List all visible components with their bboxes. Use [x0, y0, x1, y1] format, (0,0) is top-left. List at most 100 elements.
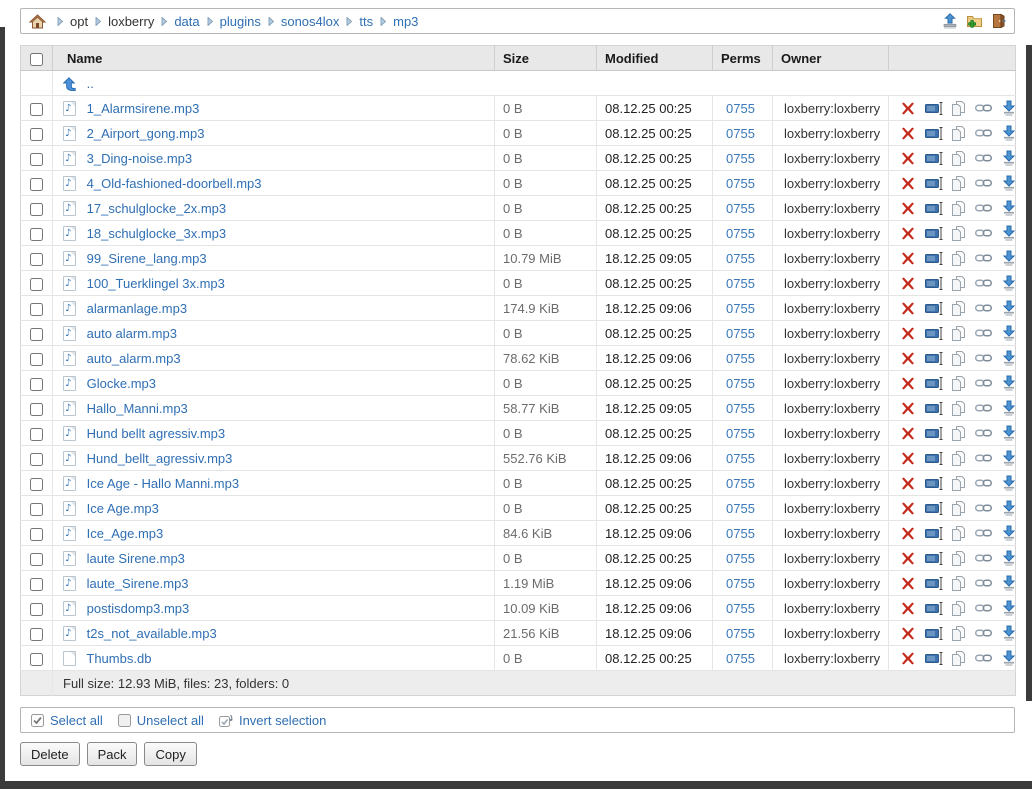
download-icon[interactable]	[1002, 225, 1016, 241]
breadcrumb-item[interactable]: sonos4lox	[281, 14, 340, 29]
link-icon[interactable]	[974, 378, 992, 388]
file-link[interactable]: t2s_not_available.mp3	[87, 626, 217, 641]
breadcrumb-item[interactable]: plugins	[220, 14, 261, 29]
delete-icon[interactable]	[901, 252, 915, 265]
download-icon[interactable]	[1002, 475, 1016, 491]
rename-icon[interactable]	[924, 551, 943, 565]
delete-icon[interactable]	[901, 152, 915, 165]
invert-selection-link[interactable]: Invert selection	[218, 713, 326, 728]
file-link[interactable]: 1_Alarmsirene.mp3	[87, 101, 200, 116]
file-link[interactable]: 17_schulglocke_2x.mp3	[87, 201, 226, 216]
row-checkbox[interactable]	[30, 302, 43, 316]
row-checkbox[interactable]	[30, 127, 43, 141]
rename-icon[interactable]	[924, 626, 943, 640]
download-icon[interactable]	[1002, 625, 1016, 641]
perms-link[interactable]: 0755	[726, 301, 755, 316]
file-link[interactable]: 4_Old-fashioned-doorbell.mp3	[87, 176, 262, 191]
delete-icon[interactable]	[901, 577, 915, 590]
rename-icon[interactable]	[924, 576, 943, 590]
link-icon[interactable]	[974, 128, 992, 138]
link-icon[interactable]	[974, 653, 992, 663]
download-icon[interactable]	[1002, 275, 1016, 291]
row-checkbox[interactable]	[30, 352, 43, 366]
copy-icon[interactable]	[952, 625, 966, 641]
perms-link[interactable]: 0755	[726, 451, 755, 466]
delete-icon[interactable]	[901, 477, 915, 490]
row-checkbox[interactable]	[30, 277, 43, 291]
copy-icon[interactable]	[952, 175, 966, 191]
file-link[interactable]: Ice Age.mp3	[87, 501, 159, 516]
rename-icon[interactable]	[924, 151, 943, 165]
copy-icon[interactable]	[952, 225, 966, 241]
file-link[interactable]: Ice Age - Hallo Manni.mp3	[87, 476, 239, 491]
copy-icon[interactable]	[952, 550, 966, 566]
rename-icon[interactable]	[924, 501, 943, 515]
rename-icon[interactable]	[924, 301, 943, 315]
download-icon[interactable]	[1002, 175, 1016, 191]
link-icon[interactable]	[974, 253, 992, 263]
rename-icon[interactable]	[924, 326, 943, 340]
row-checkbox[interactable]	[30, 552, 43, 566]
download-icon[interactable]	[1002, 150, 1016, 166]
row-checkbox[interactable]	[30, 602, 43, 616]
row-checkbox[interactable]	[30, 577, 43, 591]
download-icon[interactable]	[1002, 500, 1016, 516]
delete-icon[interactable]	[901, 627, 915, 640]
link-icon[interactable]	[974, 178, 992, 188]
link-icon[interactable]	[974, 328, 992, 338]
copy-icon[interactable]	[952, 600, 966, 616]
download-icon[interactable]	[1002, 650, 1016, 666]
row-checkbox[interactable]	[30, 402, 43, 416]
copy-icon[interactable]	[952, 375, 966, 391]
breadcrumb-item[interactable]: tts	[359, 14, 373, 29]
delete-icon[interactable]	[901, 602, 915, 615]
perms-link[interactable]: 0755	[726, 276, 755, 291]
unselect-all-link[interactable]: Unselect all	[117, 713, 204, 728]
row-checkbox[interactable]	[30, 427, 43, 441]
link-icon[interactable]	[974, 303, 992, 313]
row-checkbox[interactable]	[30, 477, 43, 491]
home-icon[interactable]	[29, 13, 46, 29]
perms-link[interactable]: 0755	[726, 326, 755, 341]
download-icon[interactable]	[1002, 200, 1016, 216]
delete-icon[interactable]	[901, 452, 915, 465]
copy-icon[interactable]	[952, 575, 966, 591]
row-checkbox[interactable]	[30, 527, 43, 541]
delete-icon[interactable]	[901, 102, 915, 115]
exit-icon[interactable]	[991, 13, 1006, 29]
parent-dir-link[interactable]: ..	[87, 76, 94, 91]
file-link[interactable]: Thumbs.db	[86, 651, 151, 666]
copy-icon[interactable]	[952, 475, 966, 491]
row-checkbox[interactable]	[30, 377, 43, 391]
copy-icon[interactable]	[952, 300, 966, 316]
delete-icon[interactable]	[901, 327, 915, 340]
file-link[interactable]: alarmanlage.mp3	[87, 301, 187, 316]
rename-icon[interactable]	[924, 201, 943, 215]
delete-icon[interactable]	[901, 377, 915, 390]
link-icon[interactable]	[974, 278, 992, 288]
row-checkbox[interactable]	[30, 502, 43, 516]
copy-icon[interactable]	[952, 450, 966, 466]
perms-link[interactable]: 0755	[726, 101, 755, 116]
perms-link[interactable]: 0755	[726, 251, 755, 266]
row-checkbox[interactable]	[30, 452, 43, 466]
delete-button[interactable]: Delete	[20, 742, 80, 766]
link-icon[interactable]	[974, 153, 992, 163]
perms-link[interactable]: 0755	[726, 651, 755, 666]
copy-icon[interactable]	[952, 325, 966, 341]
perms-link[interactable]: 0755	[726, 351, 755, 366]
link-icon[interactable]	[974, 453, 992, 463]
file-link[interactable]: 3_Ding-noise.mp3	[87, 151, 193, 166]
perms-link[interactable]: 0755	[726, 176, 755, 191]
delete-icon[interactable]	[901, 427, 915, 440]
upload-icon[interactable]	[942, 13, 958, 29]
download-icon[interactable]	[1002, 375, 1016, 391]
perms-link[interactable]: 0755	[726, 376, 755, 391]
perms-link[interactable]: 0755	[726, 476, 755, 491]
select-all-link[interactable]: Select all	[31, 713, 103, 728]
download-icon[interactable]	[1002, 100, 1016, 116]
link-icon[interactable]	[974, 603, 992, 613]
download-icon[interactable]	[1002, 525, 1016, 541]
rename-icon[interactable]	[924, 126, 943, 140]
delete-icon[interactable]	[901, 652, 915, 665]
